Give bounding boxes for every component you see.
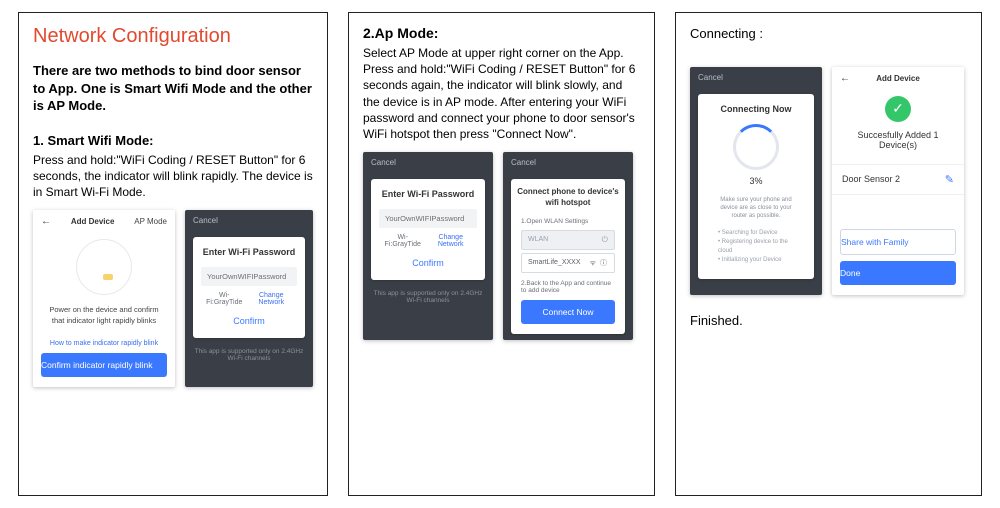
panel-smart-wifi: Network Configuration There are two meth… bbox=[18, 12, 328, 496]
device-row[interactable]: Door Sensor 2 ✎ bbox=[832, 164, 964, 195]
screenshot-hotspot: Cancel Connect phone to device's wifi ho… bbox=[503, 152, 633, 340]
wlan-row[interactable]: WLAN ⏻ bbox=[521, 230, 615, 250]
screen-title: Add Device bbox=[876, 74, 920, 83]
cancel-link[interactable]: Cancel bbox=[193, 216, 218, 225]
step2-label: 2.Back to the App and continue to add de… bbox=[515, 276, 621, 294]
intro-text: There are two methods to bind door senso… bbox=[33, 62, 313, 115]
hotspot-ssid: SmartLife_XXXX bbox=[528, 259, 581, 266]
hotspot-card: Connect phone to device's wifi hotspot 1… bbox=[511, 179, 625, 334]
edit-icon[interactable]: ✎ bbox=[945, 173, 954, 186]
hotspot-row[interactable]: SmartLife_XXXX ᯤ ⓘ bbox=[521, 253, 615, 273]
device-name: Door Sensor 2 bbox=[842, 174, 900, 184]
confirm-indicator-button[interactable]: Confirm indicator rapidly blink bbox=[41, 353, 167, 377]
screenshot-enter-password: Cancel Enter Wi-Fi Password YourOwnWIFIP… bbox=[185, 210, 313, 387]
instruction-line2: that indicator light rapidly blinks bbox=[33, 316, 175, 327]
wifi-password-input[interactable]: YourOwnWIFIPassword bbox=[379, 209, 477, 228]
wifi-ssid-label: Wi-Fi:GrayTide bbox=[380, 234, 425, 248]
back-icon[interactable]: ← bbox=[840, 73, 850, 84]
card-title: Connecting Now bbox=[702, 104, 810, 114]
change-network-link[interactable]: Change Network bbox=[246, 292, 296, 306]
connect-now-button[interactable]: Connect Now bbox=[521, 300, 615, 324]
screenshot-enter-password-ap: Cancel Enter Wi-Fi Password YourOwnWIFIP… bbox=[363, 152, 493, 340]
mode-link[interactable]: AP Mode bbox=[134, 217, 167, 226]
finished-label: Finished. bbox=[690, 313, 967, 328]
section-heading: 1. Smart Wifi Mode: bbox=[33, 133, 313, 148]
progress-percent: 3% bbox=[702, 176, 810, 186]
screenshot-success: ← Add Device ✓ Succesfully Added 1 Devic… bbox=[832, 67, 964, 295]
done-button[interactable]: Done bbox=[840, 261, 956, 285]
back-icon[interactable]: ← bbox=[41, 216, 51, 227]
cancel-link[interactable]: Cancel bbox=[511, 158, 536, 167]
share-button[interactable]: Share with Family bbox=[840, 229, 956, 255]
status-item: Searching for Device bbox=[722, 230, 778, 236]
screenshot-connecting: Cancel Connecting Now 3% Make sure your … bbox=[690, 67, 822, 295]
screen-title: Add Device bbox=[71, 217, 115, 226]
section-body: Press and hold:"WiFi Coding / RESET Butt… bbox=[33, 152, 313, 201]
status-item: Initializing your Device bbox=[722, 257, 782, 263]
section-body: Select AP Mode at upper right corner on … bbox=[363, 45, 640, 142]
card-title: Connect phone to device's wifi hotspot bbox=[515, 187, 621, 208]
success-check-icon: ✓ bbox=[885, 96, 911, 122]
device-indicator-graphic bbox=[76, 239, 132, 295]
wifi-ssid-label: Wi-Fi:GrayTide bbox=[202, 292, 246, 306]
card-title: Enter Wi-Fi Password bbox=[379, 189, 477, 199]
section-heading: 2.Ap Mode: bbox=[363, 25, 640, 41]
cancel-link[interactable]: Cancel bbox=[698, 73, 723, 82]
toggle-icon: ⏻ bbox=[602, 235, 608, 245]
instruction-line1: Power on the device and confirm bbox=[33, 305, 175, 316]
card-title: Enter Wi-Fi Password bbox=[201, 247, 297, 257]
footnote: This app is supported only on 2.4GHz Wi-… bbox=[185, 344, 313, 372]
footnote: This app is supported only on 2.4GHz Wi-… bbox=[363, 286, 493, 314]
page-title: Network Configuration bbox=[33, 25, 313, 48]
cancel-link[interactable]: Cancel bbox=[371, 158, 396, 167]
wifi-password-input[interactable]: YourOwnWIFIPassword bbox=[201, 267, 297, 286]
section-heading: Connecting : bbox=[690, 25, 967, 43]
wifi-icon: ᯤ ⓘ bbox=[590, 258, 608, 268]
hint-text: Make sure your phone and device are as c… bbox=[702, 196, 810, 229]
confirm-link[interactable]: Confirm bbox=[379, 254, 477, 270]
check-glyph: ✓ bbox=[892, 100, 904, 117]
screenshot-add-device: ← Add Device AP Mode Power on the device… bbox=[33, 210, 175, 387]
password-card: Enter Wi-Fi Password YourOwnWIFIPassword… bbox=[193, 237, 305, 338]
success-message: Succesfully Added 1 Device(s) bbox=[832, 130, 964, 150]
status-list: • Searching for Device • Registering dev… bbox=[702, 229, 810, 275]
password-card: Enter Wi-Fi Password YourOwnWIFIPassword… bbox=[371, 179, 485, 280]
help-link[interactable]: How to make indicator rapidly blink bbox=[33, 340, 175, 347]
connecting-card: Connecting Now 3% Make sure your phone a… bbox=[698, 94, 814, 279]
wlan-label: WLAN bbox=[528, 236, 548, 243]
panel-connecting: Connecting : Cancel Connecting Now 3% Ma… bbox=[675, 12, 982, 496]
panel-ap-mode: 2.Ap Mode: Select AP Mode at upper right… bbox=[348, 12, 655, 496]
progress-spinner bbox=[733, 124, 779, 170]
confirm-link[interactable]: Confirm bbox=[201, 312, 297, 328]
step1-label: 1.Open WLAN Settings bbox=[515, 218, 621, 227]
status-item: Registering device to the cloud bbox=[718, 239, 788, 254]
change-network-link[interactable]: Change Network bbox=[425, 234, 476, 248]
